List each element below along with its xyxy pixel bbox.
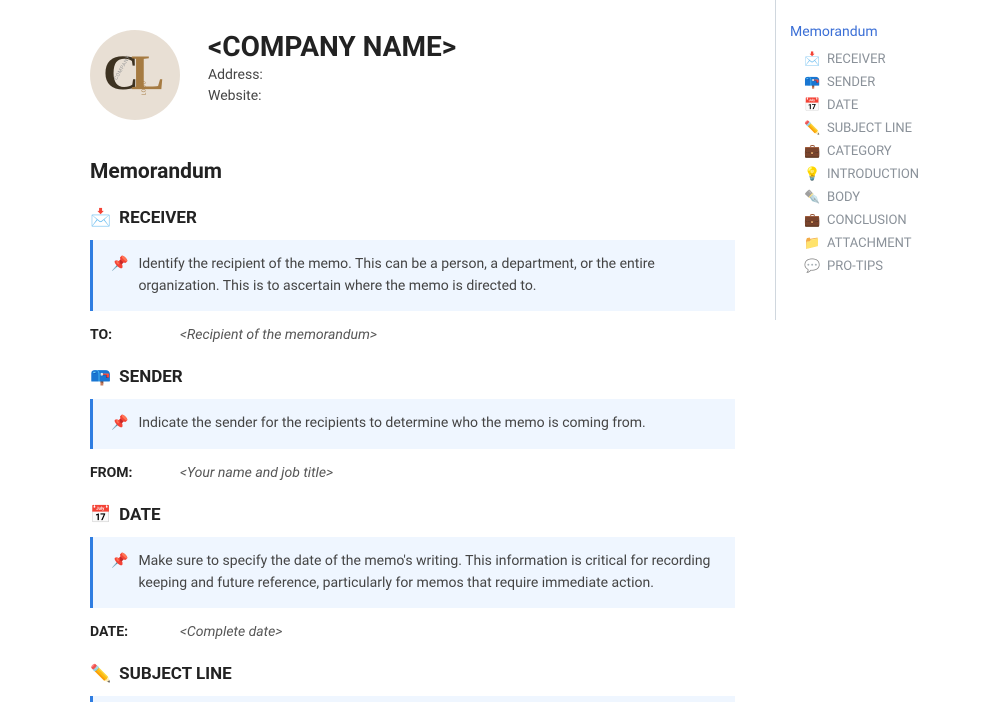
page: C L COMPANY LOGO <COMPANY NAME> Address:… xyxy=(0,0,1000,718)
document-header: C L COMPANY LOGO <COMPANY NAME> Address:… xyxy=(90,30,735,120)
toc-item-conclusion[interactable]: 💼CONCLUSION xyxy=(804,209,986,232)
section-heading-date: 📅 DATE xyxy=(90,505,735,525)
toc-item-attachment[interactable]: 📁ATTACHMENT xyxy=(804,232,986,255)
pin-icon: 📌 xyxy=(111,551,128,594)
company-name: <COMPANY NAME> xyxy=(208,30,456,63)
pencil-icon: ✏️ xyxy=(804,121,820,136)
field-value-from[interactable]: <Your name and job title> xyxy=(180,465,333,481)
company-address-label: Address: xyxy=(208,65,456,86)
field-row-from: FROM: <Your name and job title> xyxy=(90,465,735,481)
field-row-date: DATE: <Complete date> xyxy=(90,624,735,640)
company-logo: C L COMPANY LOGO xyxy=(90,30,180,120)
callout-sender: 📌 Indicate the sender for the recipients… xyxy=(90,399,735,449)
callout-text: Make sure to specify the date of the mem… xyxy=(138,551,717,594)
toc-item-introduction[interactable]: 💡INTRODUCTION xyxy=(804,163,986,186)
callout-text: Indicate the sender for the recipients t… xyxy=(138,413,645,435)
callout-text: Identify the recipient of the memo. This… xyxy=(138,254,717,297)
folder-icon: 📁 xyxy=(804,236,820,251)
field-value-to[interactable]: <Recipient of the memorandum> xyxy=(180,327,377,343)
logo-text-logo: LOGO xyxy=(141,81,147,96)
toc-item-category[interactable]: 💼CATEGORY xyxy=(804,140,986,163)
company-info: <COMPANY NAME> Address: Website: xyxy=(208,30,456,107)
pin-icon: 📌 xyxy=(111,413,128,435)
toc-item-subject[interactable]: ✏️SUBJECT LINE xyxy=(804,117,986,140)
table-of-contents: Memorandum 📩RECEIVER 📪SENDER 📅DATE ✏️SUB… xyxy=(775,0,1000,320)
bulb-icon: 💡 xyxy=(804,167,820,182)
field-label-to: TO: xyxy=(90,327,170,343)
pencil-icon: ✏️ xyxy=(90,664,111,684)
field-value-date[interactable]: <Complete date> xyxy=(180,624,282,640)
logo-letter-l: L xyxy=(131,43,164,101)
page-title: Memorandum xyxy=(90,160,735,184)
calendar-icon: 📅 xyxy=(804,98,820,113)
heading-text: SUBJECT LINE xyxy=(119,664,232,684)
callout-date: 📌 Make sure to specify the date of the m… xyxy=(90,537,735,608)
field-label-from: FROM: xyxy=(90,465,170,481)
pin-icon: 📌 xyxy=(111,254,128,297)
mailbox-icon: 📪 xyxy=(804,75,820,90)
mailbox-icon: 📪 xyxy=(90,367,111,387)
calendar-icon: 📅 xyxy=(90,505,111,525)
envelope-icon: 📩 xyxy=(90,208,111,228)
pen-icon: ✒️ xyxy=(804,190,820,205)
heading-text: RECEIVER xyxy=(119,208,197,228)
field-row-to: TO: <Recipient of the memorandum> xyxy=(90,327,735,343)
heading-text: DATE xyxy=(119,505,160,525)
toc-item-receiver[interactable]: 📩RECEIVER xyxy=(804,48,986,71)
toc-list: 📩RECEIVER 📪SENDER 📅DATE ✏️SUBJECT LINE 💼… xyxy=(790,48,986,278)
toc-item-body[interactable]: ✒️BODY xyxy=(804,186,986,209)
briefcase-icon: 💼 xyxy=(804,144,820,159)
envelope-icon: 📩 xyxy=(804,52,820,67)
section-heading-sender: 📪 SENDER xyxy=(90,367,735,387)
callout-receiver: 📌 Identify the recipient of the memo. Th… xyxy=(90,240,735,311)
toc-item-date[interactable]: 📅DATE xyxy=(804,94,986,117)
toc-item-sender[interactable]: 📪SENDER xyxy=(804,71,986,94)
briefcase-icon: 💼 xyxy=(804,213,820,228)
company-website-label: Website: xyxy=(208,86,456,107)
speech-icon: 💬 xyxy=(804,259,820,274)
document-main: C L COMPANY LOGO <COMPANY NAME> Address:… xyxy=(0,0,775,718)
toc-item-protips[interactable]: 💬PRO-TIPS xyxy=(804,255,986,278)
section-heading-subject: ✏️ SUBJECT LINE xyxy=(90,664,735,684)
heading-text: SENDER xyxy=(119,367,183,387)
toc-root[interactable]: Memorandum xyxy=(790,24,986,40)
section-heading-receiver: 📩 RECEIVER xyxy=(90,208,735,228)
field-label-date: DATE: xyxy=(90,624,170,640)
